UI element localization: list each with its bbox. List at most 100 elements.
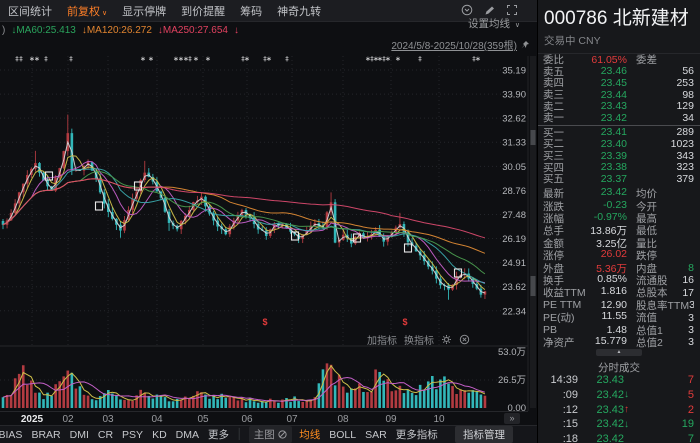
svg-text:$: $ [402, 317, 407, 327]
trade-price: 23.42 [578, 418, 624, 430]
trade-volume: 7 [633, 374, 694, 386]
stat-value-truncated: 3 [663, 336, 694, 348]
svg-text:∗: ∗ [148, 55, 154, 63]
toolbar-tab-6[interactable]: 神奇九转 [277, 3, 336, 19]
svg-text:26.19: 26.19 [502, 234, 526, 245]
ma-legend-item-3: ↓MA250:27.654 [158, 25, 228, 36]
stat-value-truncated: 16 [668, 274, 695, 286]
svg-text:2025: 2025 [21, 414, 44, 425]
trade-volume: 5 [633, 389, 694, 401]
toolbar-tab-5[interactable]: 筹码 [240, 3, 277, 19]
book-volume: 98 [627, 89, 694, 101]
svg-text:32.62: 32.62 [502, 114, 526, 125]
svg-text:‡: ‡ [69, 55, 73, 63]
ma-legend-item-2: ↓MA120:26.272 [82, 25, 152, 36]
svg-text:06: 06 [241, 414, 253, 425]
book-price: 23.37 [573, 173, 627, 185]
indicator-tab-bias[interactable]: BIAS [0, 429, 27, 441]
time-sales-list: 14:3923.437:0923.42↓5:1223.43↑2:1523.42↓… [538, 373, 700, 443]
svg-text:∗: ∗ [34, 55, 40, 63]
overlay-tab-SAR[interactable]: SAR [361, 429, 392, 441]
indicator-tab-dma[interactable]: DMA [171, 429, 203, 441]
ma-legend: )↓MA60:25.413↓MA120:26.272↓MA250:27.654↓ [2, 25, 239, 36]
arrow-up-icon: ↑ [624, 404, 633, 415]
svg-text:‡: ‡ [418, 55, 422, 63]
overlay-tab-BOLL[interactable]: BOLL [325, 429, 361, 441]
scroll-right-button[interactable]: » [504, 413, 520, 424]
svg-text:10: 10 [433, 414, 445, 425]
stat-label: PE(动) [543, 310, 575, 325]
indicator-tab-dmi[interactable]: DMI [65, 429, 93, 441]
stat-label: 净资产 [543, 335, 575, 350]
stock-title: 000786 北新建材 [544, 3, 694, 30]
time-sales-row-1: 14:3923.437 [538, 373, 700, 388]
toolbar-tab-4[interactable]: 到价提醒 [181, 3, 240, 19]
svg-text:27.48: 27.48 [502, 210, 526, 221]
toolbar-tab-3[interactable]: 显示停牌 [122, 3, 181, 19]
stock-app-window: 35.1933.9032.6231.3330.0528.7627.4826.19… [0, 0, 700, 443]
book-volume: 34 [627, 112, 694, 124]
chart-scrollbar-thumb-lower[interactable] [531, 276, 536, 296]
add-indicator-button[interactable]: 加指标 [367, 332, 397, 347]
ask-row-1[interactable]: 卖一23.4234 [538, 112, 700, 124]
svg-text:31.33: 31.33 [502, 138, 526, 149]
gear-icon[interactable] [441, 334, 452, 345]
svg-text:∗: ∗ [475, 55, 481, 63]
svg-text:02: 02 [62, 414, 74, 425]
quote-panel: 000786 北新建材 交易中 CNY 委比 61.05% 委差 卖五23.46… [537, 0, 700, 443]
indicator-actions: 加指标 换指标 [367, 332, 470, 347]
book-price: 23.38 [573, 161, 627, 173]
toolbar-tab-2[interactable]: 前复权∨ [67, 3, 122, 19]
arrow-down-icon: ↓ [624, 419, 633, 430]
svg-text:09: 09 [385, 414, 397, 425]
stock-code: 000786 [544, 8, 607, 29]
toolbar-tab-1[interactable]: 区间统计 [8, 3, 67, 19]
svg-text:30.05: 30.05 [502, 162, 526, 173]
visible-range-label[interactable]: 2024/5/8-2025/10/28(359根) [391, 37, 530, 52]
book-volume: 56 [627, 65, 694, 77]
trade-volume: 2 [633, 404, 694, 416]
stats-row-11: PE(动)11.55流值3 [538, 311, 700, 323]
indicator-tab-brar[interactable]: BRAR [27, 429, 65, 441]
circle-chevron-icon[interactable] [461, 4, 473, 16]
collapse-arrow-icon: ▲ [596, 349, 642, 356]
chart-scrollbar-thumb-upper[interactable] [531, 130, 536, 145]
indicator-tab-kd[interactable]: KD [148, 429, 172, 441]
time-sales-row-2: :0923.42↓5 [538, 387, 700, 402]
trade-time: :09 [542, 389, 578, 401]
svg-text:53.0万: 53.0万 [498, 347, 526, 358]
indicator-tab-cr[interactable]: CR [93, 429, 117, 441]
chart-panel: 35.1933.9032.6231.3330.0528.7627.4826.19… [0, 0, 537, 443]
book-level-label: 卖一 [543, 110, 573, 125]
main-chart-button[interactable]: 主图 [249, 426, 292, 443]
overlay-tab-均线[interactable]: 均线 [295, 427, 325, 442]
svg-text:26.5万: 26.5万 [498, 375, 526, 386]
fullscreen-icon[interactable] [506, 4, 518, 16]
indicator-manage-button[interactable]: 指标管理 [455, 426, 513, 443]
indicator-tab-更多[interactable]: 更多 [204, 427, 234, 442]
indicator-tab-psy[interactable]: PSY [118, 429, 148, 441]
pencil-icon[interactable] [484, 5, 495, 16]
svg-text:08: 08 [337, 414, 349, 425]
book-volume: 323 [627, 161, 694, 173]
svg-text:∗: ∗ [205, 55, 211, 63]
stat-value-truncated: 3 [689, 299, 694, 311]
trade-volume: 7 [633, 433, 694, 443]
ma-legend-item-1: ↓MA60:25.413 [11, 25, 76, 36]
svg-text:04: 04 [151, 414, 163, 425]
set-ma-button[interactable]: 设置均线 ∨ [468, 16, 520, 31]
trade-volume: 19 [633, 418, 694, 430]
close-circle-icon[interactable] [459, 334, 470, 345]
stat-value: 15.779 [575, 335, 628, 350]
bid-row-5[interactable]: 买五23.37379 [538, 173, 700, 185]
book-price: 23.41 [573, 126, 627, 138]
change-indicator-button[interactable]: 换指标 [404, 332, 434, 347]
book-price: 23.42 [573, 112, 627, 124]
overlay-tab-更多指标[interactable]: 更多指标 [391, 427, 442, 442]
trade-price: 23.43 [578, 404, 624, 416]
stats-pair-1: 净资产15.779 [543, 335, 627, 350]
stat-value-truncated: 3 [663, 324, 694, 336]
svg-text:∗: ∗ [140, 55, 146, 63]
chevron-down-icon: ∨ [515, 22, 520, 29]
svg-text:28.76: 28.76 [502, 186, 526, 197]
